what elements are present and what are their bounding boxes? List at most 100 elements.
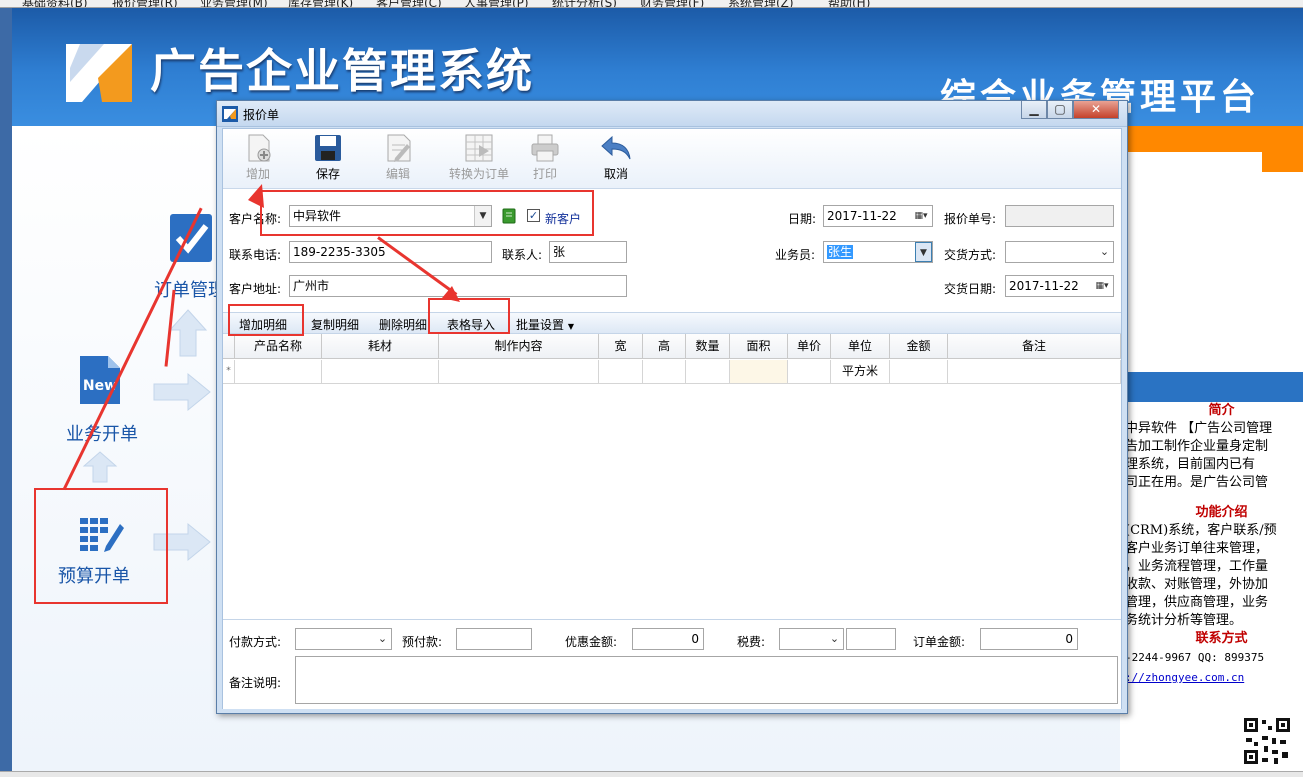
table-cell[interactable] — [439, 360, 599, 384]
payment-method-select[interactable]: ⌄ — [295, 628, 392, 650]
quote-number-field[interactable] — [1005, 205, 1114, 227]
delete-detail-button[interactable]: 删除明细 — [379, 316, 427, 333]
save-button[interactable]: 保存 — [296, 133, 360, 187]
save-icon — [315, 135, 341, 161]
menu-item[interactable]: 库存管理(K) — [288, 0, 353, 7]
menu-item[interactable]: 系统管理(Z) — [728, 0, 794, 7]
menu-item[interactable]: 人事管理(P) — [464, 0, 529, 7]
contact-label: 联系人: — [502, 248, 543, 262]
orange-band — [1120, 126, 1303, 152]
discount-label: 优惠金额: — [565, 635, 618, 649]
salesman-value: 张生 — [827, 245, 854, 259]
maximize-button[interactable]: ▢ — [1047, 101, 1073, 119]
unit-cell[interactable]: 平方米 — [831, 360, 890, 384]
column-header[interactable]: 制作内容 — [439, 334, 599, 359]
table-cell[interactable] — [890, 360, 948, 384]
date-picker[interactable]: 2017-11-22 ▦▾ — [823, 205, 933, 227]
salesman-label: 业务员: — [775, 248, 816, 262]
chevron-down-icon: ▼ — [567, 322, 574, 331]
order-amount-field[interactable]: 0 — [980, 628, 1078, 650]
salesman-combo[interactable]: 张生 ▼ — [823, 241, 933, 263]
annotation-arrowhead-icon — [240, 180, 270, 210]
prepayment-field[interactable] — [456, 628, 532, 650]
function-line: 管理，供应商管理，业务 — [1125, 595, 1269, 610]
column-header[interactable]: 单位 — [831, 334, 890, 359]
chevron-down-icon[interactable]: ⌄ — [374, 629, 391, 649]
table-cell[interactable] — [948, 360, 1121, 384]
edit-button[interactable]: 编辑 — [366, 133, 430, 187]
table-cell[interactable] — [643, 360, 686, 384]
table-cell[interactable] — [730, 360, 788, 384]
menu-item[interactable]: 帮助(H) — [828, 0, 870, 7]
left-strip — [0, 8, 12, 777]
remark-label: 备注说明: — [229, 676, 282, 690]
cancel-button[interactable]: 取消 — [584, 133, 648, 187]
batch-settings-menu[interactable]: 批量设置 ▼ — [516, 316, 574, 333]
function-heading: 功能介绍 — [1195, 505, 1248, 520]
cancel-label: 取消 — [603, 167, 628, 181]
menu-item[interactable]: 统计分析(S) — [552, 0, 617, 7]
save-label: 保存 — [315, 167, 340, 181]
flow-arrow-up-icon — [82, 450, 118, 484]
toolbar: 增加 保存 编辑 转换为订单 打印 取消 — [223, 129, 1121, 189]
menu-item[interactable]: 客户管理(C) — [376, 0, 442, 7]
menu-item[interactable]: 财务管理(F) — [640, 0, 704, 7]
chevron-down-icon[interactable]: ⌄ — [1096, 242, 1113, 262]
dialog-titlebar: 报价单 ▁ ▢ ✕ — [217, 101, 1127, 127]
new-row-marker: * — [223, 360, 235, 384]
highlight-customer-box — [260, 190, 594, 236]
print-button[interactable]: 打印 — [513, 133, 577, 187]
highlight-budget-box — [34, 488, 168, 604]
add-button[interactable]: 增加 — [226, 133, 290, 187]
table-cell[interactable] — [788, 360, 831, 384]
delivery-date-picker[interactable]: 2017-11-22 ▦▾ — [1005, 275, 1114, 297]
row-header-corner — [223, 334, 235, 359]
system-title: 广告企业管理系统 — [150, 44, 534, 98]
contact-link[interactable]: ://zhongyee.com.cn — [1125, 668, 1303, 688]
intro-line: 理系统，目前国内已有 — [1125, 457, 1256, 472]
tax-label: 税费: — [737, 635, 766, 649]
tax-select[interactable]: ⌄ — [779, 628, 844, 650]
undo-icon — [601, 135, 631, 160]
add-icon — [248, 134, 271, 162]
column-header[interactable]: 备注 — [948, 334, 1121, 359]
business-order-label[interactable]: 业务开单 — [66, 420, 138, 446]
table-cell[interactable] — [235, 360, 322, 384]
table-cell[interactable] — [322, 360, 439, 384]
column-header[interactable]: 宽 — [599, 334, 643, 359]
convert-to-order-button[interactable]: 转换为订单 — [439, 133, 519, 187]
column-header[interactable]: 产品名称 — [235, 334, 322, 359]
chevron-down-icon[interactable]: ▼ — [915, 242, 932, 262]
table-cell[interactable] — [686, 360, 730, 384]
minimize-button[interactable]: ▁ — [1021, 101, 1047, 119]
copy-detail-button[interactable]: 复制明细 — [311, 316, 359, 333]
column-header[interactable]: 面积 — [730, 334, 788, 359]
close-button[interactable]: ✕ — [1073, 101, 1119, 119]
intro-line: 告加工制作企业量身定制 — [1125, 439, 1269, 454]
orange-tab — [1262, 152, 1303, 172]
menu-item[interactable]: 业务管理(M) — [200, 0, 268, 7]
menu-item[interactable]: 基础资料(B) — [22, 0, 88, 7]
menu-item[interactable]: 报价管理(R) — [112, 0, 178, 7]
calendar-icon[interactable]: ▦▾ — [910, 206, 932, 226]
column-header[interactable]: 单价 — [788, 334, 831, 359]
calendar-icon[interactable]: ▦▾ — [1091, 276, 1113, 296]
column-header[interactable]: 数量 — [686, 334, 730, 359]
contact-line: -2244-9967 QQ: 899375 — [1125, 651, 1265, 664]
table-cell[interactable] — [599, 360, 643, 384]
function-line: ，业务流程管理，工作量 — [1125, 559, 1269, 574]
delivery-method-select[interactable]: ⌄ — [1005, 241, 1114, 263]
discount-field[interactable]: 0 — [632, 628, 704, 650]
column-header[interactable]: 高 — [643, 334, 686, 359]
intro-heading: 简介 — [1208, 403, 1235, 418]
remark-textarea[interactable] — [295, 656, 1118, 704]
intro-line: 司正在用。是广告公司管 — [1125, 475, 1269, 490]
column-header[interactable]: 耗材 — [322, 334, 439, 359]
printer-icon — [531, 134, 559, 162]
status-bar — [0, 771, 1303, 777]
tax-amount-field[interactable] — [846, 628, 896, 650]
chevron-down-icon[interactable]: ⌄ — [826, 629, 843, 649]
column-header[interactable]: 金额 — [890, 334, 948, 359]
contact-field[interactable]: 张 — [549, 241, 627, 263]
right-upper-panel — [1120, 152, 1303, 372]
